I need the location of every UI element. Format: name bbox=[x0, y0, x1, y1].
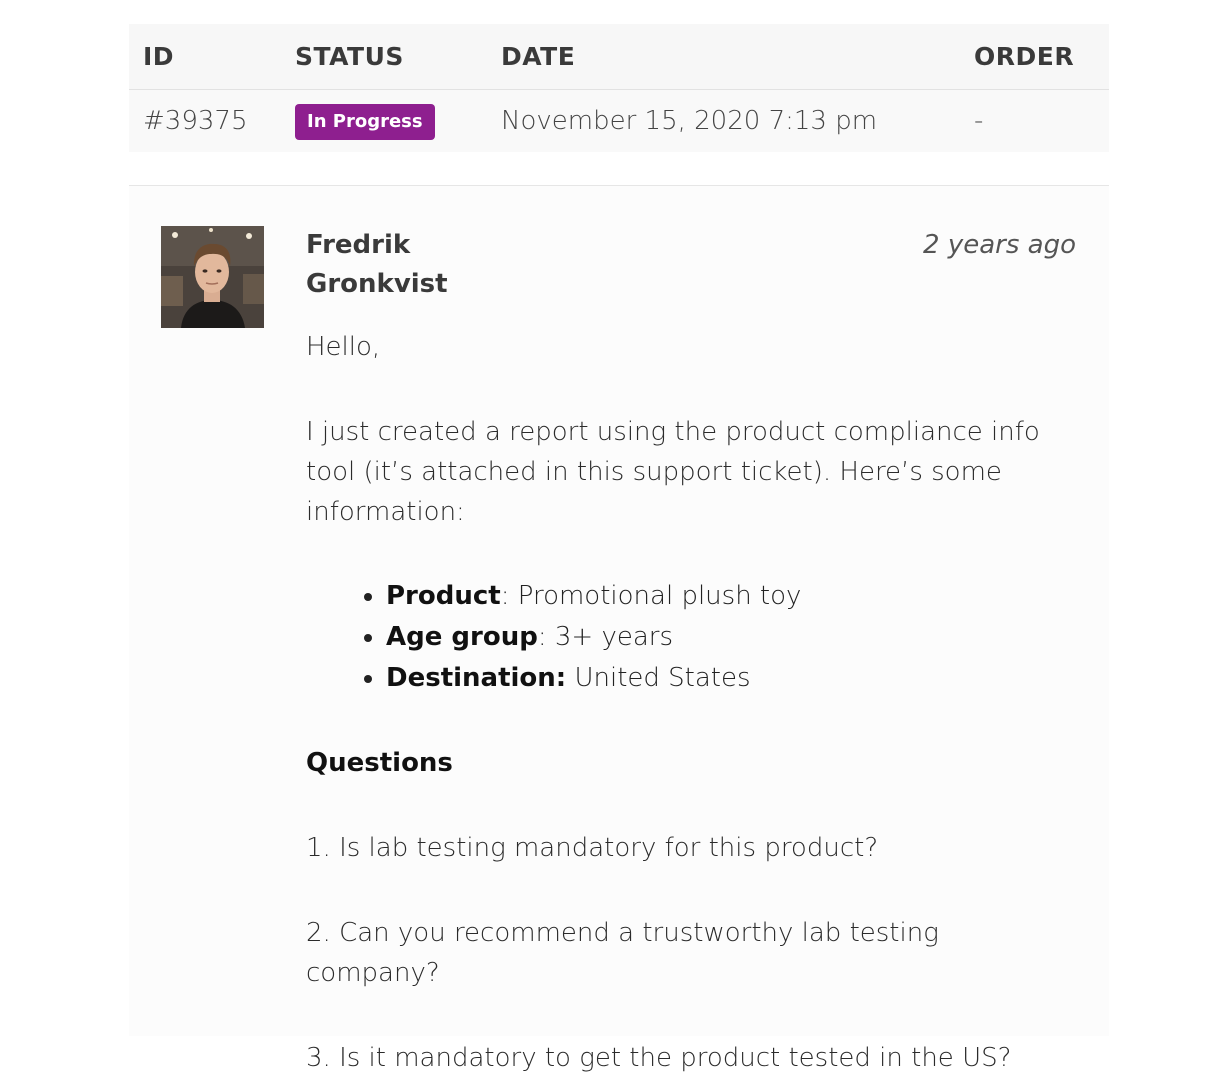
ticket-container: ID STATUS DATE ORDER #39375 In Progress … bbox=[129, 24, 1109, 1073]
timestamp: 2 years ago bbox=[923, 230, 1076, 260]
header-date: DATE bbox=[487, 24, 960, 90]
table-row[interactable]: #39375 In Progress November 15, 2020 7:1… bbox=[129, 89, 1109, 152]
info-list: Product: Promotional plush toy Age group… bbox=[306, 576, 1076, 699]
info-suffix: : bbox=[537, 622, 547, 652]
ticket-table: ID STATUS DATE ORDER #39375 In Progress … bbox=[129, 24, 1109, 152]
question-3: 3. Is it mandatory to get the product te… bbox=[306, 1043, 1012, 1073]
header-status: STATUS bbox=[281, 24, 487, 90]
message-body: Fredrik Gronkvist 2 years ago Hello, I j… bbox=[306, 226, 1076, 1078]
author-first-name: Fredrik bbox=[306, 230, 411, 260]
table-header-row: ID STATUS DATE ORDER bbox=[129, 24, 1109, 90]
ticket-order: - bbox=[960, 89, 1109, 152]
avatar bbox=[161, 226, 264, 328]
header-order: ORDER bbox=[960, 24, 1109, 90]
message-card: Fredrik Gronkvist 2 years ago Hello, I j… bbox=[129, 186, 1109, 1073]
info-label-age-group: Age group bbox=[386, 622, 538, 652]
intro-paragraph: I just created a report using the produc… bbox=[306, 417, 1040, 527]
ticket-id: #39375 bbox=[129, 89, 281, 152]
info-label-product: Product bbox=[386, 581, 501, 611]
info-value-product: Promotional plush toy bbox=[509, 581, 802, 611]
list-item: Product: Promotional plush toy bbox=[386, 576, 1076, 617]
message-text: Hello, I just created a report using the… bbox=[306, 327, 1076, 1078]
info-value-age-group: 3+ years bbox=[546, 622, 674, 652]
questions-heading: Questions bbox=[306, 748, 453, 778]
question-1: 1. Is lab testing mandatory for this pro… bbox=[306, 833, 879, 863]
status-badge: In Progress bbox=[295, 104, 435, 140]
author-name[interactable]: Fredrik Gronkvist bbox=[306, 226, 506, 304]
info-value-destination: United States bbox=[566, 663, 751, 693]
avatar-photo bbox=[161, 226, 264, 328]
info-label-destination: Destination: bbox=[386, 663, 567, 693]
header-id: ID bbox=[129, 24, 281, 90]
ticket-date: November 15, 2020 7:13 pm bbox=[487, 89, 960, 152]
status-cell: In Progress bbox=[281, 89, 487, 152]
greeting: Hello, bbox=[306, 332, 381, 362]
author-last-name: Gronkvist bbox=[306, 269, 448, 299]
question-2: 2. Can you recommend a trustworthy lab t… bbox=[306, 918, 939, 988]
list-item: Destination: United States bbox=[386, 658, 1076, 699]
list-item: Age group: 3+ years bbox=[386, 617, 1076, 658]
